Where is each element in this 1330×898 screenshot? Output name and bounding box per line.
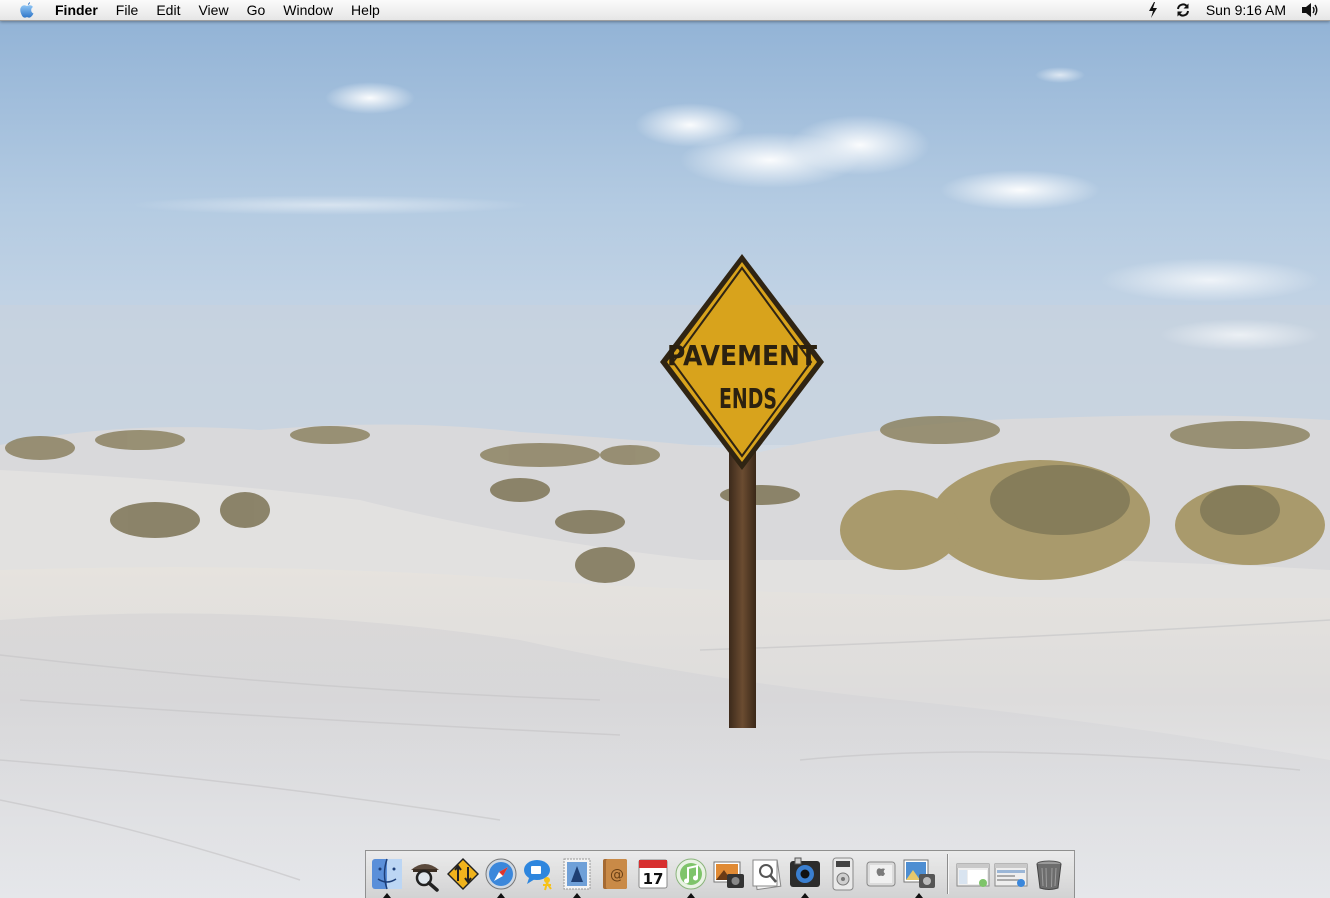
dock-address-book[interactable]: @ bbox=[596, 854, 634, 896]
dock-trash[interactable] bbox=[1030, 854, 1068, 896]
dock-preview[interactable] bbox=[748, 854, 786, 896]
dock-documents bbox=[954, 854, 1068, 896]
finder-icon bbox=[372, 858, 402, 890]
dock-safari[interactable] bbox=[482, 854, 520, 898]
dock-system-preferences[interactable] bbox=[862, 854, 900, 896]
image-capture-icon bbox=[903, 859, 935, 888]
dock-network-utility[interactable] bbox=[444, 854, 482, 896]
menu-file[interactable]: File bbox=[107, 0, 148, 20]
sherlock-icon bbox=[411, 864, 439, 892]
iphoto-icon bbox=[713, 861, 744, 888]
running-indicator bbox=[687, 893, 695, 898]
running-indicator bbox=[497, 893, 505, 898]
mail-stamp-icon bbox=[563, 858, 591, 890]
dock-sherlock[interactable] bbox=[406, 854, 444, 896]
running-indicator bbox=[573, 893, 581, 898]
dock-minimized-itunes[interactable] bbox=[954, 854, 992, 896]
system-preferences-icon bbox=[866, 861, 896, 887]
battery-power-icon[interactable] bbox=[1138, 0, 1168, 20]
svg-text:PAVEMENT: PAVEMENT bbox=[667, 339, 817, 372]
dock-image-capture[interactable] bbox=[900, 854, 938, 898]
menu-window[interactable]: Window bbox=[274, 0, 342, 20]
menu-help[interactable]: Help bbox=[342, 0, 389, 20]
apple-logo-icon bbox=[20, 2, 34, 18]
address-book-icon: @ bbox=[603, 859, 627, 889]
dock-itunes[interactable] bbox=[672, 854, 710, 898]
svg-text:ENDS: ENDS bbox=[719, 382, 777, 415]
safari-compass-icon bbox=[485, 858, 517, 890]
dock-ichat[interactable] bbox=[520, 854, 558, 896]
ichat-icon bbox=[524, 860, 552, 891]
dock: @ 17 bbox=[365, 850, 1075, 898]
desktop-wallpaper: PAVEMENT ENDS bbox=[0, 0, 1330, 898]
dock-minimized-web[interactable] bbox=[992, 854, 1030, 896]
running-indicator bbox=[915, 893, 923, 898]
dock-ical[interactable]: 17 bbox=[634, 854, 672, 896]
menu-bar: Finder File Edit View Go Window Help Sun… bbox=[0, 0, 1330, 21]
trash-icon bbox=[1036, 860, 1062, 890]
quicktime-icon bbox=[790, 857, 820, 887]
dock-quicktime[interactable] bbox=[786, 854, 824, 898]
running-indicator bbox=[801, 893, 809, 898]
speaker-volume-icon[interactable] bbox=[1296, 0, 1324, 20]
sync-icon[interactable] bbox=[1168, 0, 1198, 20]
network-utility-icon bbox=[447, 858, 479, 890]
apple-menu[interactable] bbox=[7, 0, 47, 20]
itunes-icon bbox=[675, 858, 707, 890]
svg-text:17: 17 bbox=[643, 870, 664, 888]
menu-clock[interactable]: Sun 9:16 AM bbox=[1198, 0, 1296, 20]
svg-text:@: @ bbox=[610, 867, 624, 883]
dvd-player-icon bbox=[832, 857, 854, 891]
minimized-itunes-window-icon bbox=[956, 863, 990, 887]
dock-divider bbox=[947, 854, 949, 894]
running-indicator bbox=[383, 893, 391, 898]
ical-icon: 17 bbox=[638, 859, 668, 889]
menu-view[interactable]: View bbox=[189, 0, 237, 20]
preview-icon bbox=[752, 859, 782, 891]
dock-iphoto[interactable] bbox=[710, 854, 748, 896]
menu-edit[interactable]: Edit bbox=[147, 0, 189, 20]
dock-applications: @ 17 bbox=[368, 854, 938, 898]
dock-mail[interactable] bbox=[558, 854, 596, 898]
desktop-screen: PAVEMENT ENDS Finder File Edit View Go W… bbox=[0, 0, 1330, 898]
dock-dvd-player[interactable] bbox=[824, 854, 862, 896]
dock-finder[interactable] bbox=[368, 854, 406, 898]
menu-go[interactable]: Go bbox=[238, 0, 275, 20]
minimized-web-window-icon bbox=[994, 863, 1028, 887]
menu-app-finder[interactable]: Finder bbox=[47, 0, 107, 20]
